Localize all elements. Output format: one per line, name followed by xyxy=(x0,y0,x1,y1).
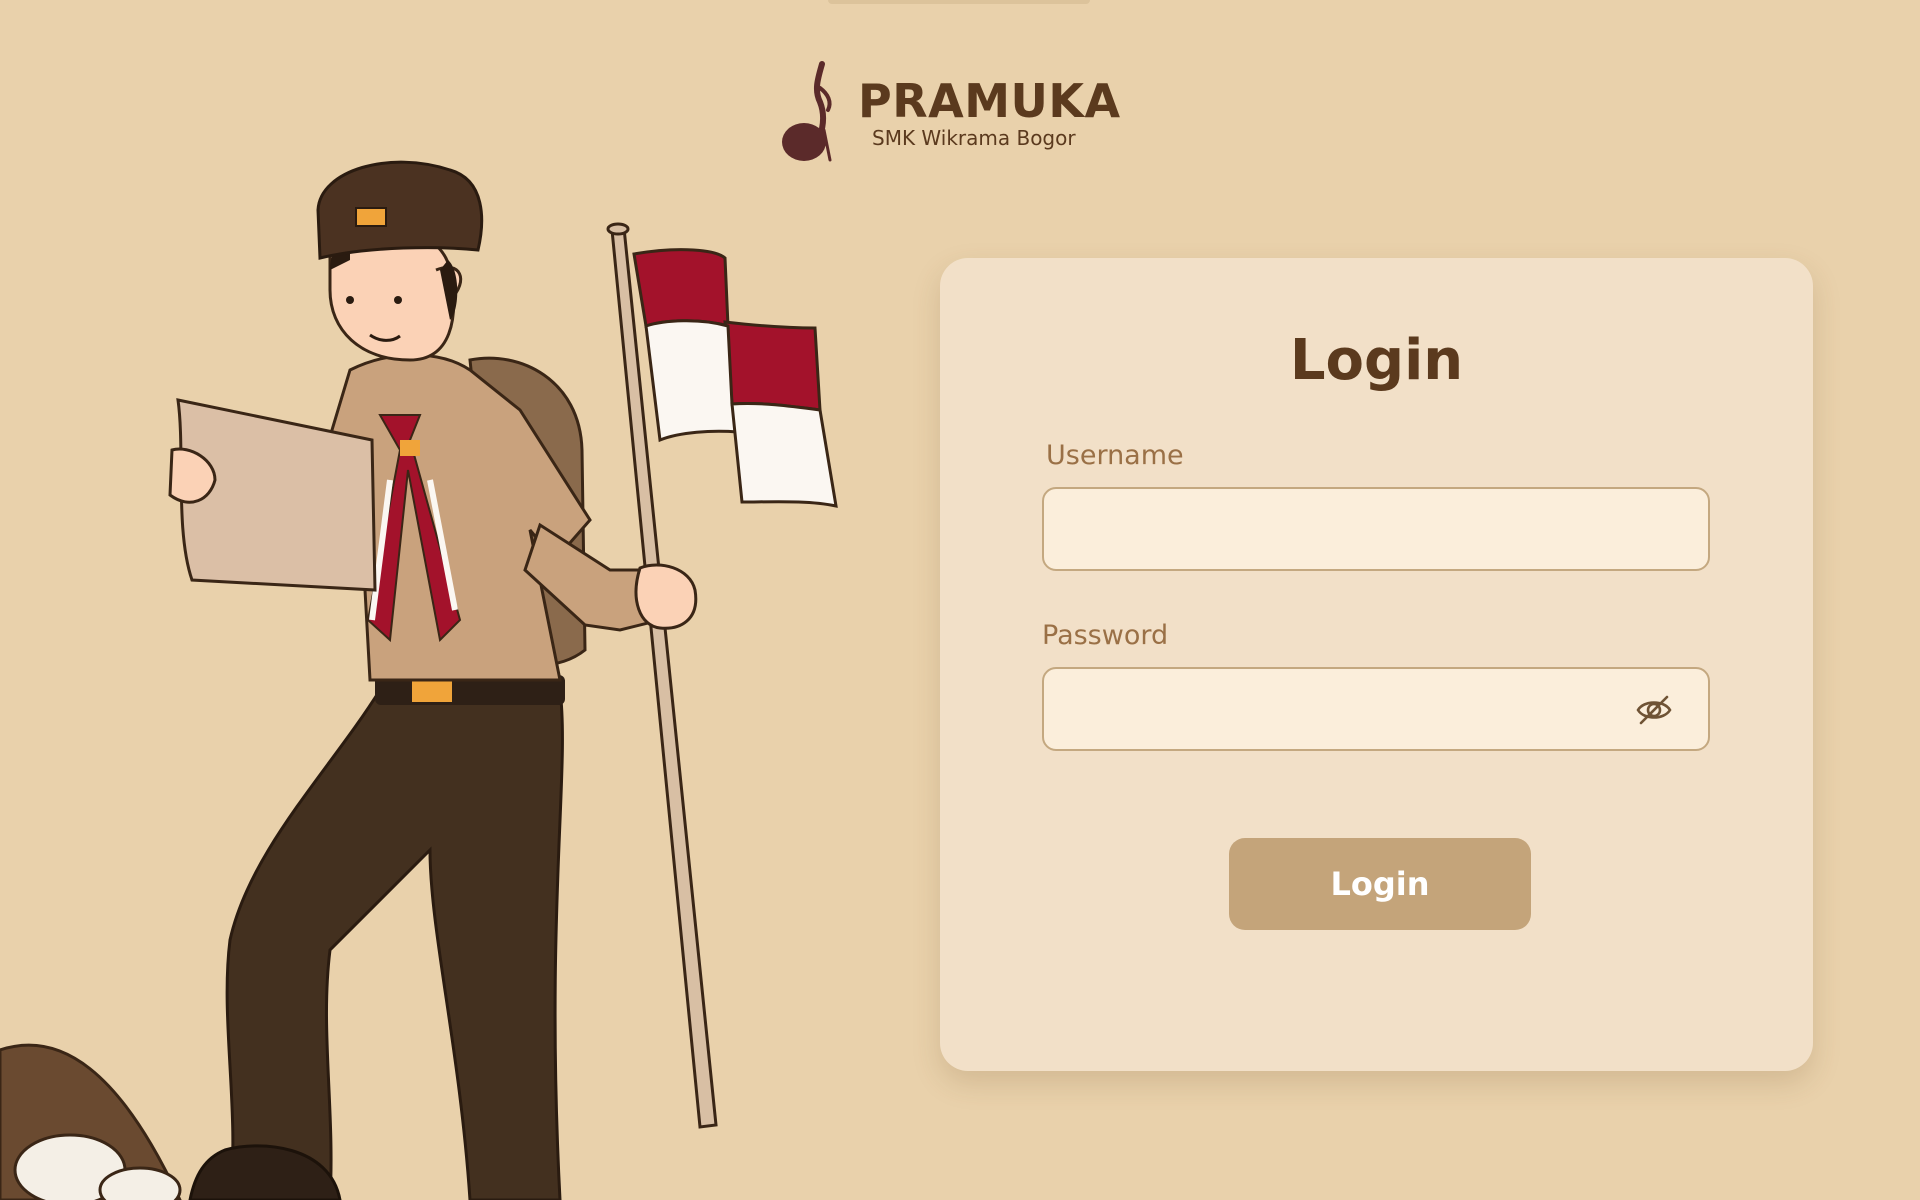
eye-slash-icon[interactable] xyxy=(1634,690,1674,730)
password-label: Password xyxy=(1042,620,1169,651)
top-edge-bar xyxy=(828,0,1090,4)
brand-name: PRAMUKA xyxy=(858,74,1121,128)
password-input[interactable] xyxy=(1042,667,1710,751)
login-page: PRAMUKA SMK Wikrama Bogor Login Username… xyxy=(0,0,1920,1200)
scout-with-indonesian-flag-illustration xyxy=(0,160,838,1200)
login-card: Login Username Password Login xyxy=(940,258,1813,1071)
brand-subtitle: SMK Wikrama Bogor xyxy=(872,126,1076,150)
username-label: Username xyxy=(1046,440,1184,471)
username-input[interactable] xyxy=(1042,487,1710,571)
login-title: Login xyxy=(1289,328,1464,393)
login-button[interactable]: Login xyxy=(1229,838,1531,930)
